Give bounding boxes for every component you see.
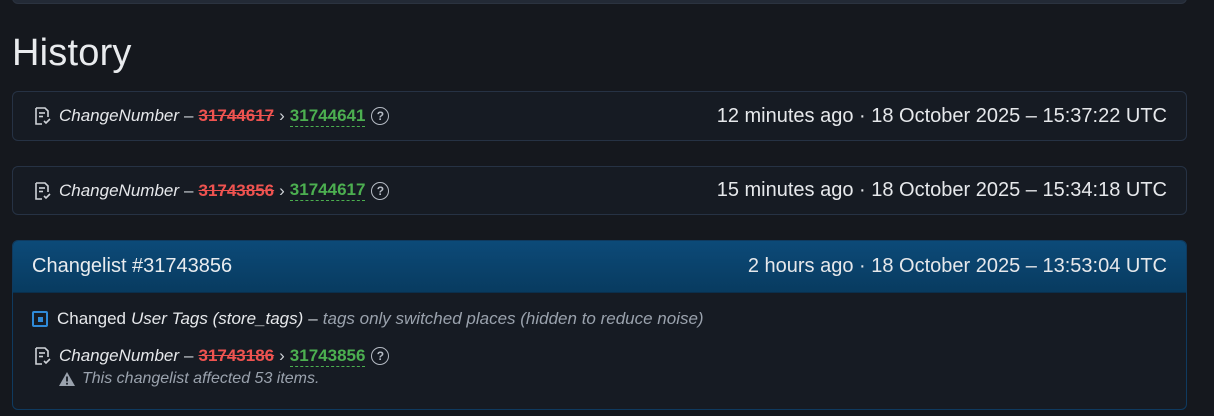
field-name: ChangeNumber [59, 346, 180, 365]
number-change-line: ChangeNumber – 31743186 › 31743856 ? [32, 344, 1167, 368]
new-value[interactable]: 31743856 [289, 346, 366, 367]
document-check-icon [35, 107, 51, 125]
warning-text: This changelist affected 53 items. [82, 370, 320, 387]
history-entry: ChangeNumber – 31743856 › 31744617 ? 15 … [12, 166, 1187, 215]
new-value[interactable]: 31744617 [289, 180, 366, 201]
warning-line: This changelist affected 53 items. [58, 370, 1167, 388]
change-note: tags only switched places (hidden to red… [322, 309, 704, 328]
question-circle-icon[interactable]: ? [371, 347, 390, 365]
field-name: ChangeNumber [59, 106, 180, 125]
old-value: 31744617 [198, 106, 275, 125]
field-name: User Tags (store_tags) [131, 309, 304, 328]
document-check-icon [35, 347, 51, 365]
separator: – [308, 309, 318, 328]
arrow: › [279, 346, 285, 365]
tags-change-line: Changed User Tags (store_tags) – tags on… [32, 307, 1167, 331]
changelist-timestamp: 2 hours ago · 18 October 2025 – 13:53:04… [747, 255, 1167, 277]
separator: – [184, 180, 194, 200]
change-prefix: Changed [57, 309, 127, 328]
timestamp: 12 minutes ago · 18 October 2025 – 15:37… [716, 104, 1167, 127]
warning-triangle-icon [59, 372, 75, 386]
question-circle-icon[interactable]: ? [371, 107, 390, 125]
old-value: 31743186 [198, 346, 275, 365]
page-title: History [12, 32, 132, 74]
top-panel-edge [12, 0, 1187, 4]
history-entry: ChangeNumber – 31744617 › 31744641 ? 12 … [12, 91, 1187, 141]
changelist-title[interactable]: Changelist #31743856 [32, 255, 232, 278]
arrow: › [279, 106, 285, 125]
separator: – [184, 346, 194, 365]
arrow: › [279, 180, 285, 200]
document-check-icon [35, 181, 51, 200]
new-value[interactable]: 31744641 [289, 106, 366, 127]
question-circle-icon[interactable]: ? [371, 181, 390, 200]
separator: – [184, 106, 194, 125]
changelist-header: Changelist #31743856 2 hours ago · 18 Oc… [13, 241, 1186, 293]
field-name: ChangeNumber [59, 180, 180, 200]
old-value: 31743856 [198, 180, 275, 200]
timestamp: 15 minutes ago · 18 October 2025 – 15:34… [716, 179, 1167, 201]
square-dot-icon [32, 311, 48, 327]
changelist-card: Changelist #31743856 2 hours ago · 18 Oc… [12, 240, 1187, 410]
